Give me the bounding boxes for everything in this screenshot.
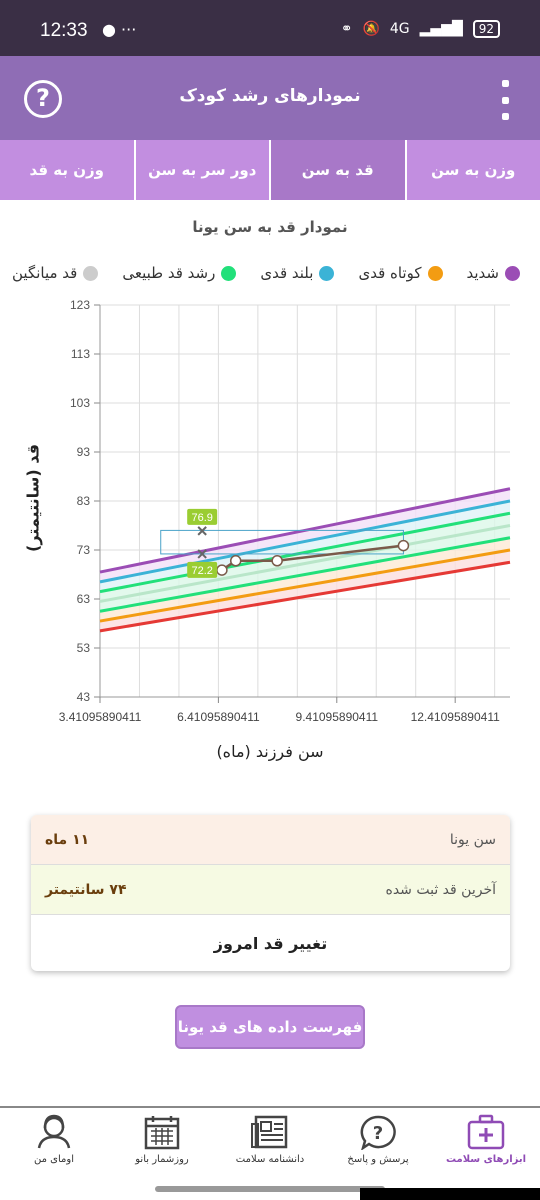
legend-item-tall[interactable]: بلند قدی: [260, 264, 335, 282]
signal-icon: ▂▄▆█: [419, 21, 463, 37]
last-height-label: آخرین قد ثبت شده: [385, 881, 497, 898]
age-value: ۱۱ ماه: [45, 831, 90, 848]
nav-label: ابزارهای سلامت: [445, 1154, 527, 1165]
y-tick-label: 93: [77, 445, 91, 459]
bottom-nav: ابزارهای سلامت ? پرسش و پاسخ دانشنامه سل…: [0, 1106, 540, 1176]
question-bubble-icon: ?: [360, 1115, 396, 1150]
status-time: 12:33: [40, 20, 88, 41]
y-axis-label: قد (سانتیمتر): [23, 444, 43, 552]
nav-label: اومای من: [34, 1154, 74, 1165]
battery-icon: 92: [472, 20, 500, 38]
y-tick-label: 113: [71, 347, 90, 361]
x-axis-label: سن فرزند (ماه): [216, 742, 324, 761]
newspaper-icon: [251, 1115, 288, 1149]
y-tick-label: 123: [70, 298, 90, 312]
legend-item-short[interactable]: کوتاه قدی: [358, 264, 443, 282]
tab-head-age[interactable]: دور سر به سن: [133, 140, 270, 200]
legend-label: کوتاه قدی: [358, 264, 422, 282]
legend-dot-short: [427, 265, 443, 281]
legend-dot-tall: [319, 265, 335, 281]
legend-item-normal[interactable]: رشد قد طبیعی: [122, 264, 237, 282]
tab-weight-height[interactable]: وزن به قد: [0, 140, 134, 200]
nav-label: روزشمار بانو: [135, 1154, 189, 1165]
nav-health-tools[interactable]: ابزارهای سلامت: [432, 1108, 540, 1176]
calendar-icon: [144, 1116, 180, 1150]
medical-kit-icon: [467, 1114, 505, 1150]
y-tick-label: 53: [77, 641, 91, 655]
legend-label: قد میانگین: [12, 264, 78, 282]
profile-icon: [37, 1114, 71, 1149]
child-height-point: [229, 555, 242, 567]
home-indicator[interactable]: [155, 1186, 385, 1192]
status-bar: 12:33 ● ··· ⚭ 🔕 4G ▂▄▆█ 92: [0, 0, 540, 56]
info-card: ۱۱ ماه سن یونا ۷۴ سانتیمتر آخرین قد ثبت …: [31, 815, 510, 971]
marker-label: 72.2: [191, 565, 212, 577]
legend-dot-normal: [221, 265, 237, 281]
page-title: نمودارهای رشد کودک: [179, 86, 361, 106]
chart-tabs: وزن به سن قد به سن دور سر به سن وزن به ق…: [0, 140, 540, 200]
y-tick-label: 43: [77, 690, 91, 704]
child-height-point: [216, 564, 228, 576]
marker-label: 76.9: [191, 512, 212, 524]
bell-off-icon: 🔕: [362, 21, 380, 37]
bottom-black-bar: [360, 1188, 540, 1200]
legend-label: بلند قدی: [260, 264, 314, 282]
legend-item-average[interactable]: قد میانگین: [12, 264, 99, 282]
x-tick-label: 9.41095890411: [296, 710, 379, 724]
age-label: سن یونا: [449, 831, 496, 848]
more-vertical-icon[interactable]: [500, 80, 510, 120]
nav-label: دانشنامه سلامت: [235, 1154, 305, 1165]
nav-encyclopedia[interactable]: دانشنامه سلامت: [216, 1108, 324, 1176]
tab-height-age[interactable]: قد به سن: [269, 140, 405, 200]
nav-calendar[interactable]: روزشمار بانو: [108, 1108, 216, 1176]
x-tick-label: 6.41095890411: [177, 710, 260, 724]
legend-dot-average: [83, 265, 99, 281]
link-icon: ⚭: [340, 21, 353, 37]
y-tick-label: 73: [77, 543, 91, 557]
legend-item-severe[interactable]: شدید: [466, 264, 520, 282]
child-height-point: [271, 555, 283, 567]
y-tick-label: 83: [77, 494, 91, 508]
nav-label: پرسش و پاسخ: [347, 1154, 409, 1165]
last-height-row: ۷۴ سانتیمتر آخرین قد ثبت شده: [31, 865, 510, 915]
age-row: ۱۱ ماه سن یونا: [31, 815, 510, 865]
change-height-button[interactable]: تغییر قد امروز: [31, 915, 510, 971]
height-for-age-chart: 43 53 63 73 83 93 103 113 123 3.41095890411 6.4109…: [59, 298, 511, 724]
notification-icons: ● ···: [102, 20, 137, 39]
nav-profile[interactable]: اومای من: [0, 1108, 108, 1176]
legend-label: شدید: [466, 264, 500, 282]
height-list-button[interactable]: فهرست داده های قد یونا: [175, 1005, 365, 1049]
status-right-icons: ⚭ 🔕 4G ▂▄▆█ 92: [341, 20, 500, 38]
network-label: 4G: [389, 21, 410, 37]
legend-label: رشد قد طبیعی: [122, 264, 216, 282]
y-axis-label-wrap: قد (سانتیمتر): [20, 444, 46, 552]
x-tick-label: 12.41095890411: [411, 710, 501, 724]
last-height-value: ۷۴ سانتیمتر: [45, 881, 127, 898]
y-tick-label: 63: [77, 592, 91, 606]
y-tick-label: 103: [70, 396, 90, 410]
x-tick-label: 3.41095890411: [59, 710, 142, 724]
nav-qa[interactable]: ? پرسش و پاسخ: [324, 1108, 432, 1176]
svg-text:?: ?: [373, 1123, 383, 1144]
tab-weight-age[interactable]: وزن به سن: [404, 140, 540, 200]
legend-dot-severe: [505, 265, 520, 281]
chart-title: نمودار قد به سن یونا: [192, 218, 348, 236]
app-bar: ? نمودارهای رشد کودک: [0, 56, 540, 140]
child-height-point: [397, 539, 410, 552]
chart-legend: شدید کوتاه قدی بلند قدی رشد قد طبیعی قد …: [12, 264, 520, 282]
